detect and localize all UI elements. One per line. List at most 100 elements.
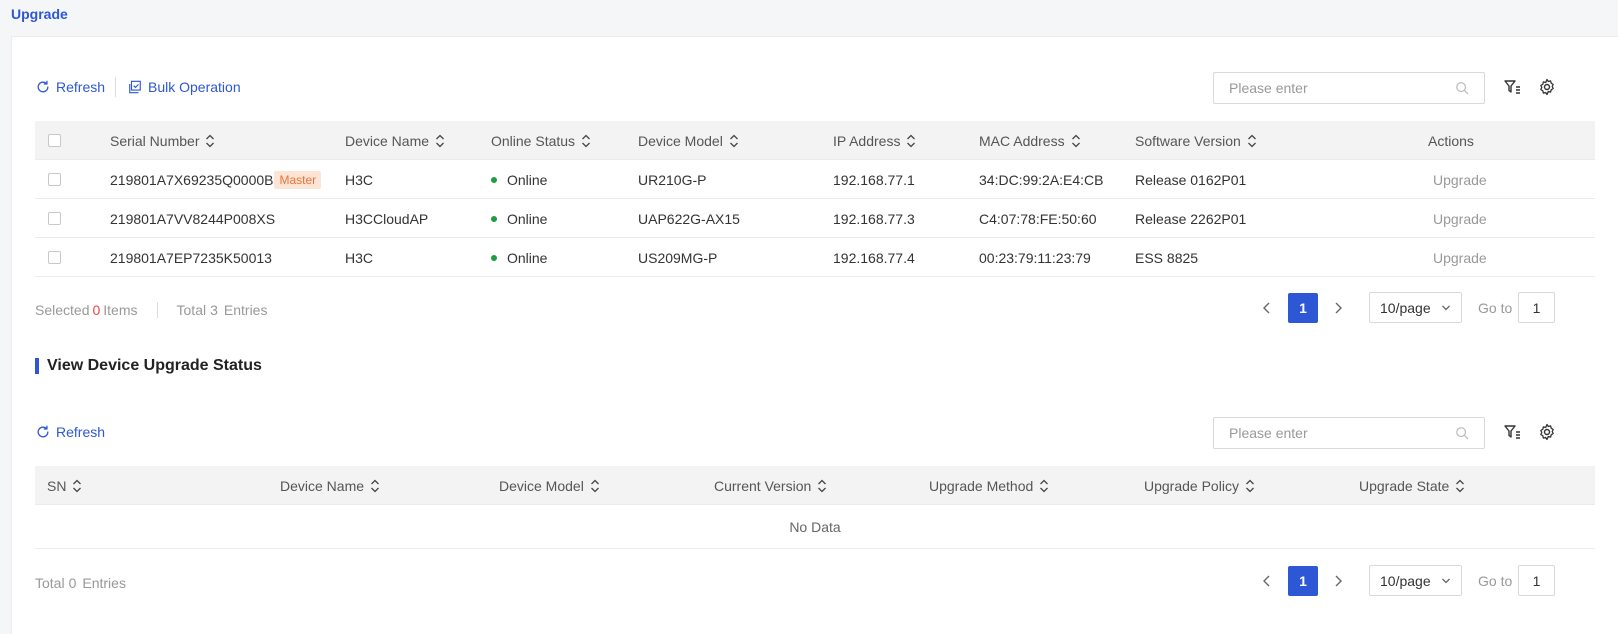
refresh-icon xyxy=(37,425,49,438)
ip-address: 192.168.77.3 xyxy=(833,210,915,227)
table-row: 219801A7VV8244P008XS H3CCloudAP Online U… xyxy=(35,199,1595,238)
prev-page-button-2[interactable] xyxy=(1252,566,1282,596)
mac-address: 34:DC:99:2A:E4:CB xyxy=(979,171,1104,188)
software-version: Release 2262P01 xyxy=(1135,210,1247,227)
sort-icon xyxy=(1071,134,1080,147)
col-software-version[interactable]: Software Version xyxy=(1135,121,1257,160)
device-model: UAP622G-AX15 xyxy=(638,210,740,227)
settings-gear-icon[interactable] xyxy=(1538,78,1556,96)
search-icon[interactable] xyxy=(1455,426,1469,440)
col-online-status[interactable]: Online Status xyxy=(491,121,591,160)
filter-columns-icon[interactable] xyxy=(1503,423,1521,441)
next-page-button[interactable] xyxy=(1323,293,1353,323)
col-upgrade-method[interactable]: Upgrade Method xyxy=(929,466,1049,505)
refresh-button[interactable]: Refresh xyxy=(36,77,105,97)
col-upgrade-policy[interactable]: Upgrade Policy xyxy=(1144,466,1255,505)
section-accent-bar xyxy=(35,358,39,374)
page-number-button-2[interactable]: 1 xyxy=(1288,566,1318,596)
select-all-checkbox[interactable] xyxy=(48,134,61,147)
col-serial-number[interactable]: Serial Number xyxy=(110,121,215,160)
col-sn[interactable]: SN xyxy=(47,466,82,505)
search-box-2 xyxy=(1213,417,1485,449)
empty-state: No Data xyxy=(35,505,1595,549)
goto-label: Go to xyxy=(1478,300,1513,316)
chevron-left-icon xyxy=(1263,302,1270,314)
serial-number: 219801A7X69235Q0000B xyxy=(110,171,274,188)
col-device-name[interactable]: Device Name xyxy=(345,121,445,160)
upgrade-status-table-header: SN Device Name Device Model Current Vers… xyxy=(35,466,1595,505)
upgrade-button[interactable]: Upgrade xyxy=(1433,160,1487,199)
device-name: H3C xyxy=(345,171,374,188)
goto-page-input[interactable]: 1 xyxy=(1518,292,1555,323)
total-summary: Total 0 Entries xyxy=(35,575,126,591)
chevron-down-icon xyxy=(1442,578,1450,583)
refresh-button-2[interactable]: Refresh xyxy=(36,422,105,442)
device-model: UR210G-P xyxy=(638,171,707,188)
col-current-version[interactable]: Current Version xyxy=(714,466,827,505)
sort-icon xyxy=(582,134,591,147)
col-device-model[interactable]: Device Model xyxy=(638,121,739,160)
row-checkbox[interactable] xyxy=(48,251,61,264)
ip-address: 192.168.77.1 xyxy=(833,171,915,188)
row-checkbox[interactable] xyxy=(48,173,61,186)
online-status: Online xyxy=(491,160,547,199)
page-tab-upgrade[interactable]: Upgrade xyxy=(11,6,68,22)
col-device-model[interactable]: Device Model xyxy=(499,466,600,505)
software-version: ESS 8825 xyxy=(1135,249,1199,266)
mac-address: 00:23:79:11:23:79 xyxy=(979,249,1091,266)
table-row: 219801A7X69235Q0000B Master H3C Online UR… xyxy=(35,160,1595,199)
selected-count: 0 xyxy=(92,302,101,318)
sort-icon xyxy=(590,479,599,492)
sort-icon xyxy=(1247,134,1256,147)
bulk-operation-label: Bulk Operation xyxy=(148,79,241,95)
page-size-select[interactable]: 10/page xyxy=(1369,292,1462,323)
prev-page-button[interactable] xyxy=(1252,293,1282,323)
sort-icon xyxy=(907,134,916,147)
serial-number: 219801A7EP7235K50013 xyxy=(110,249,272,266)
filter-columns-icon[interactable] xyxy=(1503,78,1521,96)
search-box xyxy=(1213,72,1485,104)
devices-table-header: Serial Number Device Name Online Status … xyxy=(35,121,1595,160)
goto-label-2: Go to xyxy=(1478,573,1513,589)
col-device-name[interactable]: Device Name xyxy=(280,466,380,505)
device-model: US209MG-P xyxy=(638,249,718,266)
col-upgrade-state[interactable]: Upgrade State xyxy=(1359,466,1465,505)
table-row: 219801A7EP7235K50013 H3C Online US209MG-… xyxy=(35,238,1595,277)
mac-address: C4:07:78:FE:50:60 xyxy=(979,210,1097,227)
page-number-button[interactable]: 1 xyxy=(1288,293,1318,323)
page-size-select-2[interactable]: 10/page xyxy=(1369,565,1462,596)
col-mac-address[interactable]: MAC Address xyxy=(979,121,1081,160)
online-dot-icon xyxy=(491,215,497,222)
row-checkbox[interactable] xyxy=(48,212,61,225)
sort-icon xyxy=(206,134,215,147)
chevron-right-icon xyxy=(1335,302,1342,314)
sort-icon xyxy=(436,134,444,147)
col-actions: Actions xyxy=(1428,132,1474,149)
goto-page-input-2[interactable]: 1 xyxy=(1518,565,1555,596)
search-input-2[interactable] xyxy=(1229,425,1455,441)
upgrade-button[interactable]: Upgrade xyxy=(1433,199,1487,238)
sort-icon xyxy=(371,479,379,492)
search-icon[interactable] xyxy=(1455,81,1469,95)
search-input[interactable] xyxy=(1229,80,1455,96)
ip-address: 192.168.77.4 xyxy=(833,249,915,266)
bulk-operation-button[interactable]: Bulk Operation xyxy=(128,77,241,97)
online-status: Online xyxy=(491,199,547,238)
refresh-icon xyxy=(37,80,49,93)
refresh-label: Refresh xyxy=(56,424,106,440)
online-dot-icon xyxy=(491,254,497,261)
software-version: Release 0162P01 xyxy=(1135,171,1247,188)
col-ip-address[interactable]: IP Address xyxy=(833,121,916,160)
sort-icon xyxy=(1040,479,1049,492)
device-name: H3CCloudAP xyxy=(345,210,429,227)
selection-summary: Selected 0 Items Total 3 Entries xyxy=(35,302,268,318)
summary-divider xyxy=(156,302,158,318)
sort-icon xyxy=(818,479,827,492)
toolbar-divider xyxy=(115,77,116,97)
serial-number: 219801A7VV8244P008XS xyxy=(110,210,276,227)
upgrade-button[interactable]: Upgrade xyxy=(1433,238,1487,277)
next-page-button-2[interactable] xyxy=(1323,566,1353,596)
chevron-right-icon xyxy=(1335,575,1342,587)
settings-gear-icon[interactable] xyxy=(1538,423,1556,441)
sort-icon xyxy=(729,134,738,147)
